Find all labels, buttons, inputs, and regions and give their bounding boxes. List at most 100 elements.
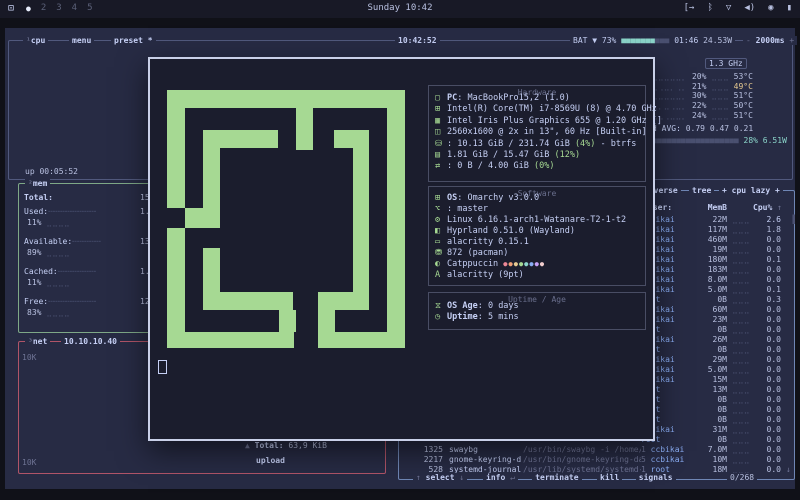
info-row: ▭alacritty 0.15.1 (435, 237, 529, 247)
proc-footer-terminate[interactable]: terminate (532, 473, 581, 482)
screencast-icon[interactable]: [→ (684, 3, 695, 13)
mem-percent: 11% ⣀⣀⣀⣀ (27, 218, 70, 227)
proc-graph: ⣀⣀⣀ (732, 255, 750, 264)
proc-cpu: 0.3 (757, 295, 781, 304)
volume-icon[interactable]: ◀) (744, 3, 755, 13)
info-row: ◐Catppuccin ●●●●●●●● (435, 259, 545, 269)
info-row: ⛃872 (pacman) (435, 248, 508, 258)
proc-graph: ⣀⣀⣀ (732, 415, 750, 424)
info-row: ◷Uptime: 5 mins (435, 312, 519, 322)
proc-mem: 26M (685, 335, 727, 344)
theme-palette: ●●●●●●●● (503, 260, 545, 268)
software-section: Software ⊞OS: Omarchy v3.0.0⌥: master⚙Li… (428, 186, 646, 286)
cpu-frequency: 1.3 GHz (705, 58, 747, 69)
net-upload-label: upload (253, 456, 288, 465)
battery-icon[interactable]: ▮ (787, 3, 792, 13)
record-icon[interactable]: ◉ (768, 3, 773, 13)
proc-graph: ⣀⣀⣀ (732, 365, 750, 374)
proc-graph: ⣀⣀⣀ (732, 445, 750, 454)
uptime-section: Uptime / Age ⧖OS Age: 0 days◷Uptime: 5 m… (428, 292, 646, 330)
font-icon: A (435, 270, 447, 280)
desktop: ⊡ ●2345 Sunday 10:42 [→ᛒ▽◀)◉▮ ¹cpu menu … (0, 0, 800, 500)
proc-footer-info[interactable]: info ↵ (483, 473, 518, 482)
proc-footer-signals[interactable]: signals (636, 473, 676, 482)
fastfetch-window[interactable]: Hardware ▢PC: MacBookPro15,2 (1.0)⊞Intel… (148, 57, 655, 441)
proc-mem: 8.0M (685, 275, 727, 284)
info-icon: ⌥ (435, 204, 447, 214)
proc-cpu: 0.0 (757, 405, 781, 414)
process-pid: 2217 (403, 455, 443, 464)
proc-cpu: 0.0 (757, 435, 781, 444)
info-icon: ◐ (435, 259, 447, 269)
net-ip: 10.10.10.40 (61, 337, 120, 346)
proc-cpu: 1.8 (757, 225, 781, 234)
cpu-core-row: ⢀⣀⣀⣀⣀⡀ 30% ⣀⣀⣀ 51°C (652, 91, 753, 100)
mem-percent: 83% ⣀⣀⣀⣀ (27, 308, 70, 317)
cpu-box-title[interactable]: ¹cpu (23, 36, 48, 45)
load-avg: d AVG: 0.79 0.47 0.21 (652, 124, 753, 133)
uptime-label: up 00:05:52 (25, 167, 78, 176)
info-row: ◧Hyprland 0.51.0 (Wayland) (435, 226, 575, 236)
proc-footer-select[interactable]: ↑ select ↓ (413, 473, 467, 482)
info-icon: ◷ (435, 312, 447, 322)
preset-button[interactable]: preset * (111, 36, 156, 45)
proc-graph: ⣀⣀⣀ (732, 355, 750, 364)
proc-graph: ⣀⣀⣀ (732, 245, 750, 254)
proc-graph: ⣀⣀⣀ (732, 215, 750, 224)
process-cmd: /usr/bin/gnome-keyring-daemon --f (523, 455, 641, 464)
net-box-title[interactable]: ³net (25, 337, 50, 346)
proc-cpu: 0.0 (757, 425, 781, 434)
proc-footer-kill[interactable]: kill (597, 473, 622, 482)
proc-row[interactable]: 1 ccbikai (641, 445, 684, 454)
process-cmd: /usr/bin/swaybg -i /home/ccbikai/ (523, 445, 641, 454)
terminal-cursor (158, 360, 167, 374)
process-name: swaybg (449, 445, 478, 454)
cpu-core-row: ⣀⢀⣀⡀⢀⡀ 21% ⣀⣀⣀ 49°C (652, 82, 753, 91)
proc-mem: 15M (685, 375, 727, 384)
proc-mem: 0B (685, 415, 727, 424)
proc-graph: ⣀⣀⣀ (732, 295, 750, 304)
proc-graph: ⣀⣀⣀ (732, 235, 750, 244)
info-row: ⚙Linux 6.16.1-arch1-Watanare-T2-1-t2 (435, 215, 626, 225)
proc-mem: 0B (685, 405, 727, 414)
scroll-down-icon[interactable]: ↓ (786, 465, 791, 474)
battery-status: BAT ▼ 73% ■■■■■■■■■■ 01:46 24.53W (570, 36, 735, 45)
proc-row[interactable]: 5 ccbikai (641, 455, 684, 464)
proc-cpu: 2.6 (757, 215, 781, 224)
net-scale-top: 10K (22, 353, 36, 362)
proc-graph: ⣀⣀⣀ (732, 375, 750, 384)
proc-cpu: 0.0 (757, 415, 781, 424)
mem-box-title[interactable]: ²mem (25, 179, 50, 188)
info-icon: ◧ (435, 226, 447, 236)
info-row: ⌥: master (435, 204, 488, 214)
proc-mem: 18M (685, 465, 727, 474)
proc-mem: 31M (685, 425, 727, 434)
info-row: ⊞OS: Omarchy v3.0.0 (435, 193, 539, 203)
proc-cpu: 0.0 (757, 305, 781, 314)
proc-mem: 117M (685, 225, 727, 234)
proc-tree-button[interactable]: tree (689, 186, 714, 195)
proc-cpu: 0.0 (757, 375, 781, 384)
proc-graph: ⣀⣀⣀ (732, 345, 750, 354)
proc-scrollbar[interactable]: ▐ (790, 215, 795, 224)
info-row: ▢PC: MacBookPro15,2 (1.0) (435, 93, 570, 103)
proc-col-mem[interactable]: MemB (685, 203, 727, 212)
wifi-icon[interactable]: ▽ (726, 3, 731, 13)
proc-graph: ⣀⣀⣀ (732, 455, 750, 464)
proc-mem: 10M (685, 455, 727, 464)
info-icon: ▦ (435, 116, 447, 126)
refresh-rate-control[interactable]: - 2000ms + (743, 36, 797, 45)
info-icon: ⊞ (435, 104, 447, 114)
clock: Sunday 10:42 (0, 3, 800, 13)
proc-sort-selector[interactable]: + cpu lazy + (719, 186, 783, 195)
proc-graph: ⣀⣀⣀ (732, 405, 750, 414)
info-row: ⊞Intel(R) Core(TM) i7-8569U (8) @ 4.70 G… (435, 104, 657, 114)
bluetooth-icon[interactable]: ᛒ (707, 3, 712, 13)
proc-graph: ⣀⣀⣀ (732, 425, 750, 434)
menu-button[interactable]: menu (69, 36, 94, 45)
top-bar: ⊡ ●2345 Sunday 10:42 [→ᛒ▽◀)◉▮ (0, 0, 800, 18)
proc-col-cpu[interactable]: Cpu% ↑ (753, 203, 782, 212)
mem-percent: 89% ⣀⣀⣀⣀ (27, 248, 70, 257)
proc-cpu: 0.0 (757, 445, 781, 454)
proc-counter: 0/268 (727, 473, 757, 482)
